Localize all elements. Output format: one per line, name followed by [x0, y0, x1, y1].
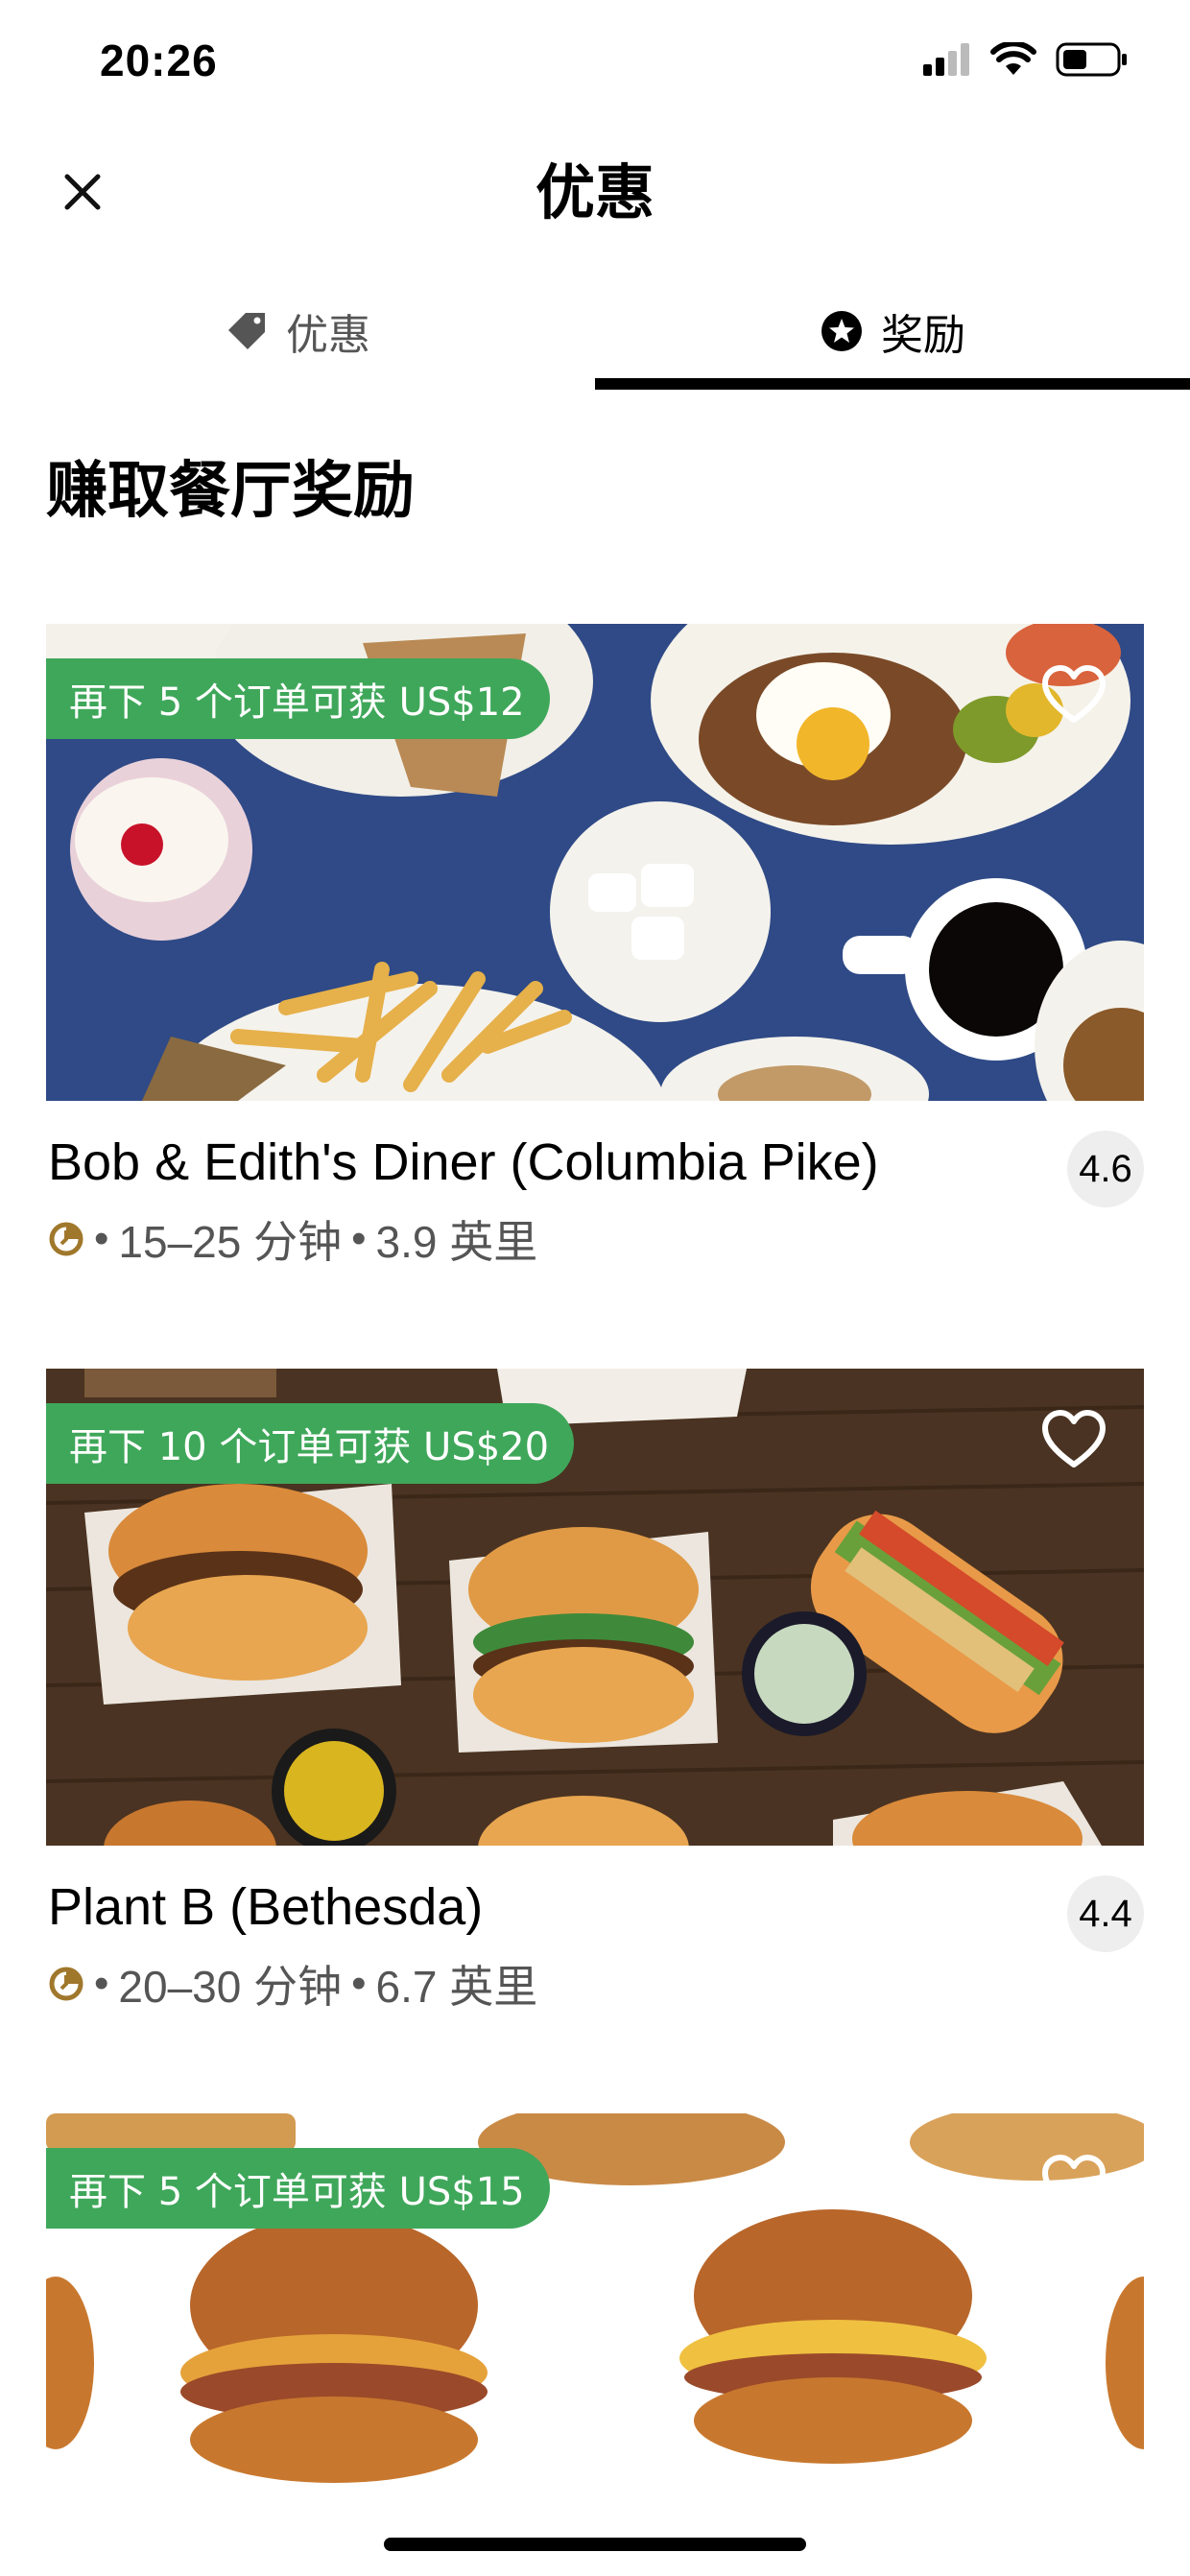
- distance: 3.9 英里: [375, 1217, 538, 1267]
- status-time: 20:26: [100, 36, 218, 85]
- status-icons: [923, 42, 1129, 77]
- tab-rewards[interactable]: 奖励: [595, 278, 1190, 384]
- reward-badge: 再下 5 个订单可获 US$15: [46, 2148, 550, 2229]
- heart-icon[interactable]: [1040, 664, 1107, 726]
- reward-badge: 再下 10 个订单可获 US$20: [46, 1403, 575, 1484]
- separator-dot: •: [351, 1215, 367, 1262]
- distance: 6.7 英里: [375, 1962, 538, 2012]
- restaurant-card[interactable]: 再下 5 个订单可获 US$12 Bob & Edith's Diner (Co…: [46, 624, 1144, 1296]
- reward-badge: 再下 5 个订单可获 US$12: [46, 658, 550, 739]
- tab-offers[interactable]: 优惠: [0, 278, 595, 384]
- delivery-time: 15–25 分钟: [118, 1217, 343, 1267]
- signal-icon: [923, 43, 969, 76]
- tab-bar: 优惠 奖励: [0, 278, 1190, 392]
- clock-icon: [49, 1967, 83, 2001]
- page-title: 优惠: [535, 157, 654, 227]
- active-tab-indicator: [595, 378, 1190, 390]
- restaurant-name[interactable]: Plant B (Bethesda): [48, 1877, 483, 1937]
- restaurant-image[interactable]: 再下 5 个订单可获 US$12: [46, 624, 1144, 1101]
- home-indicator[interactable]: [384, 2538, 806, 2551]
- restaurant-meta: • 15–25 分钟 • 3.9 英里: [48, 1207, 537, 1271]
- clock-icon: [49, 1222, 83, 1256]
- separator-dot: •: [94, 1215, 109, 1262]
- rating-badge: 4.4: [1067, 1875, 1144, 1952]
- restaurant-meta: • 20–30 分钟 • 6.7 英里: [48, 1952, 537, 2015]
- restaurant-image[interactable]: 再下 10 个订单可获 US$20: [46, 1369, 1144, 1846]
- section-title: 赚取餐厅奖励: [46, 456, 415, 527]
- rating-badge: 4.6: [1067, 1131, 1144, 1207]
- wifi-icon: [990, 42, 1036, 75]
- restaurant-image[interactable]: 再下 5 个订单可获 US$15: [46, 2113, 1144, 2516]
- tag-icon: [228, 313, 265, 349]
- star-badge-icon: [821, 311, 862, 351]
- heart-icon[interactable]: [1040, 1409, 1107, 1470]
- separator-dot: •: [94, 1960, 109, 2007]
- restaurant-name[interactable]: Bob & Edith's Diner (Columbia Pike): [48, 1133, 879, 1192]
- delivery-time: 20–30 分钟: [118, 1962, 343, 2012]
- tab-rewards-label: 奖励: [881, 311, 965, 360]
- battery-icon: [1056, 42, 1127, 77]
- restaurant-card[interactable]: 再下 10 个订单可获 US$20 Plant B (Bethesda) 4.4…: [46, 1369, 1144, 2040]
- tab-offers-label: 优惠: [286, 311, 370, 360]
- heart-icon[interactable]: [1040, 2154, 1107, 2215]
- separator-dot: •: [351, 1960, 367, 2007]
- status-bar: 20:26: [0, 0, 1190, 125]
- restaurant-card[interactable]: 再下 5 个订单可获 US$15: [46, 2113, 1144, 2516]
